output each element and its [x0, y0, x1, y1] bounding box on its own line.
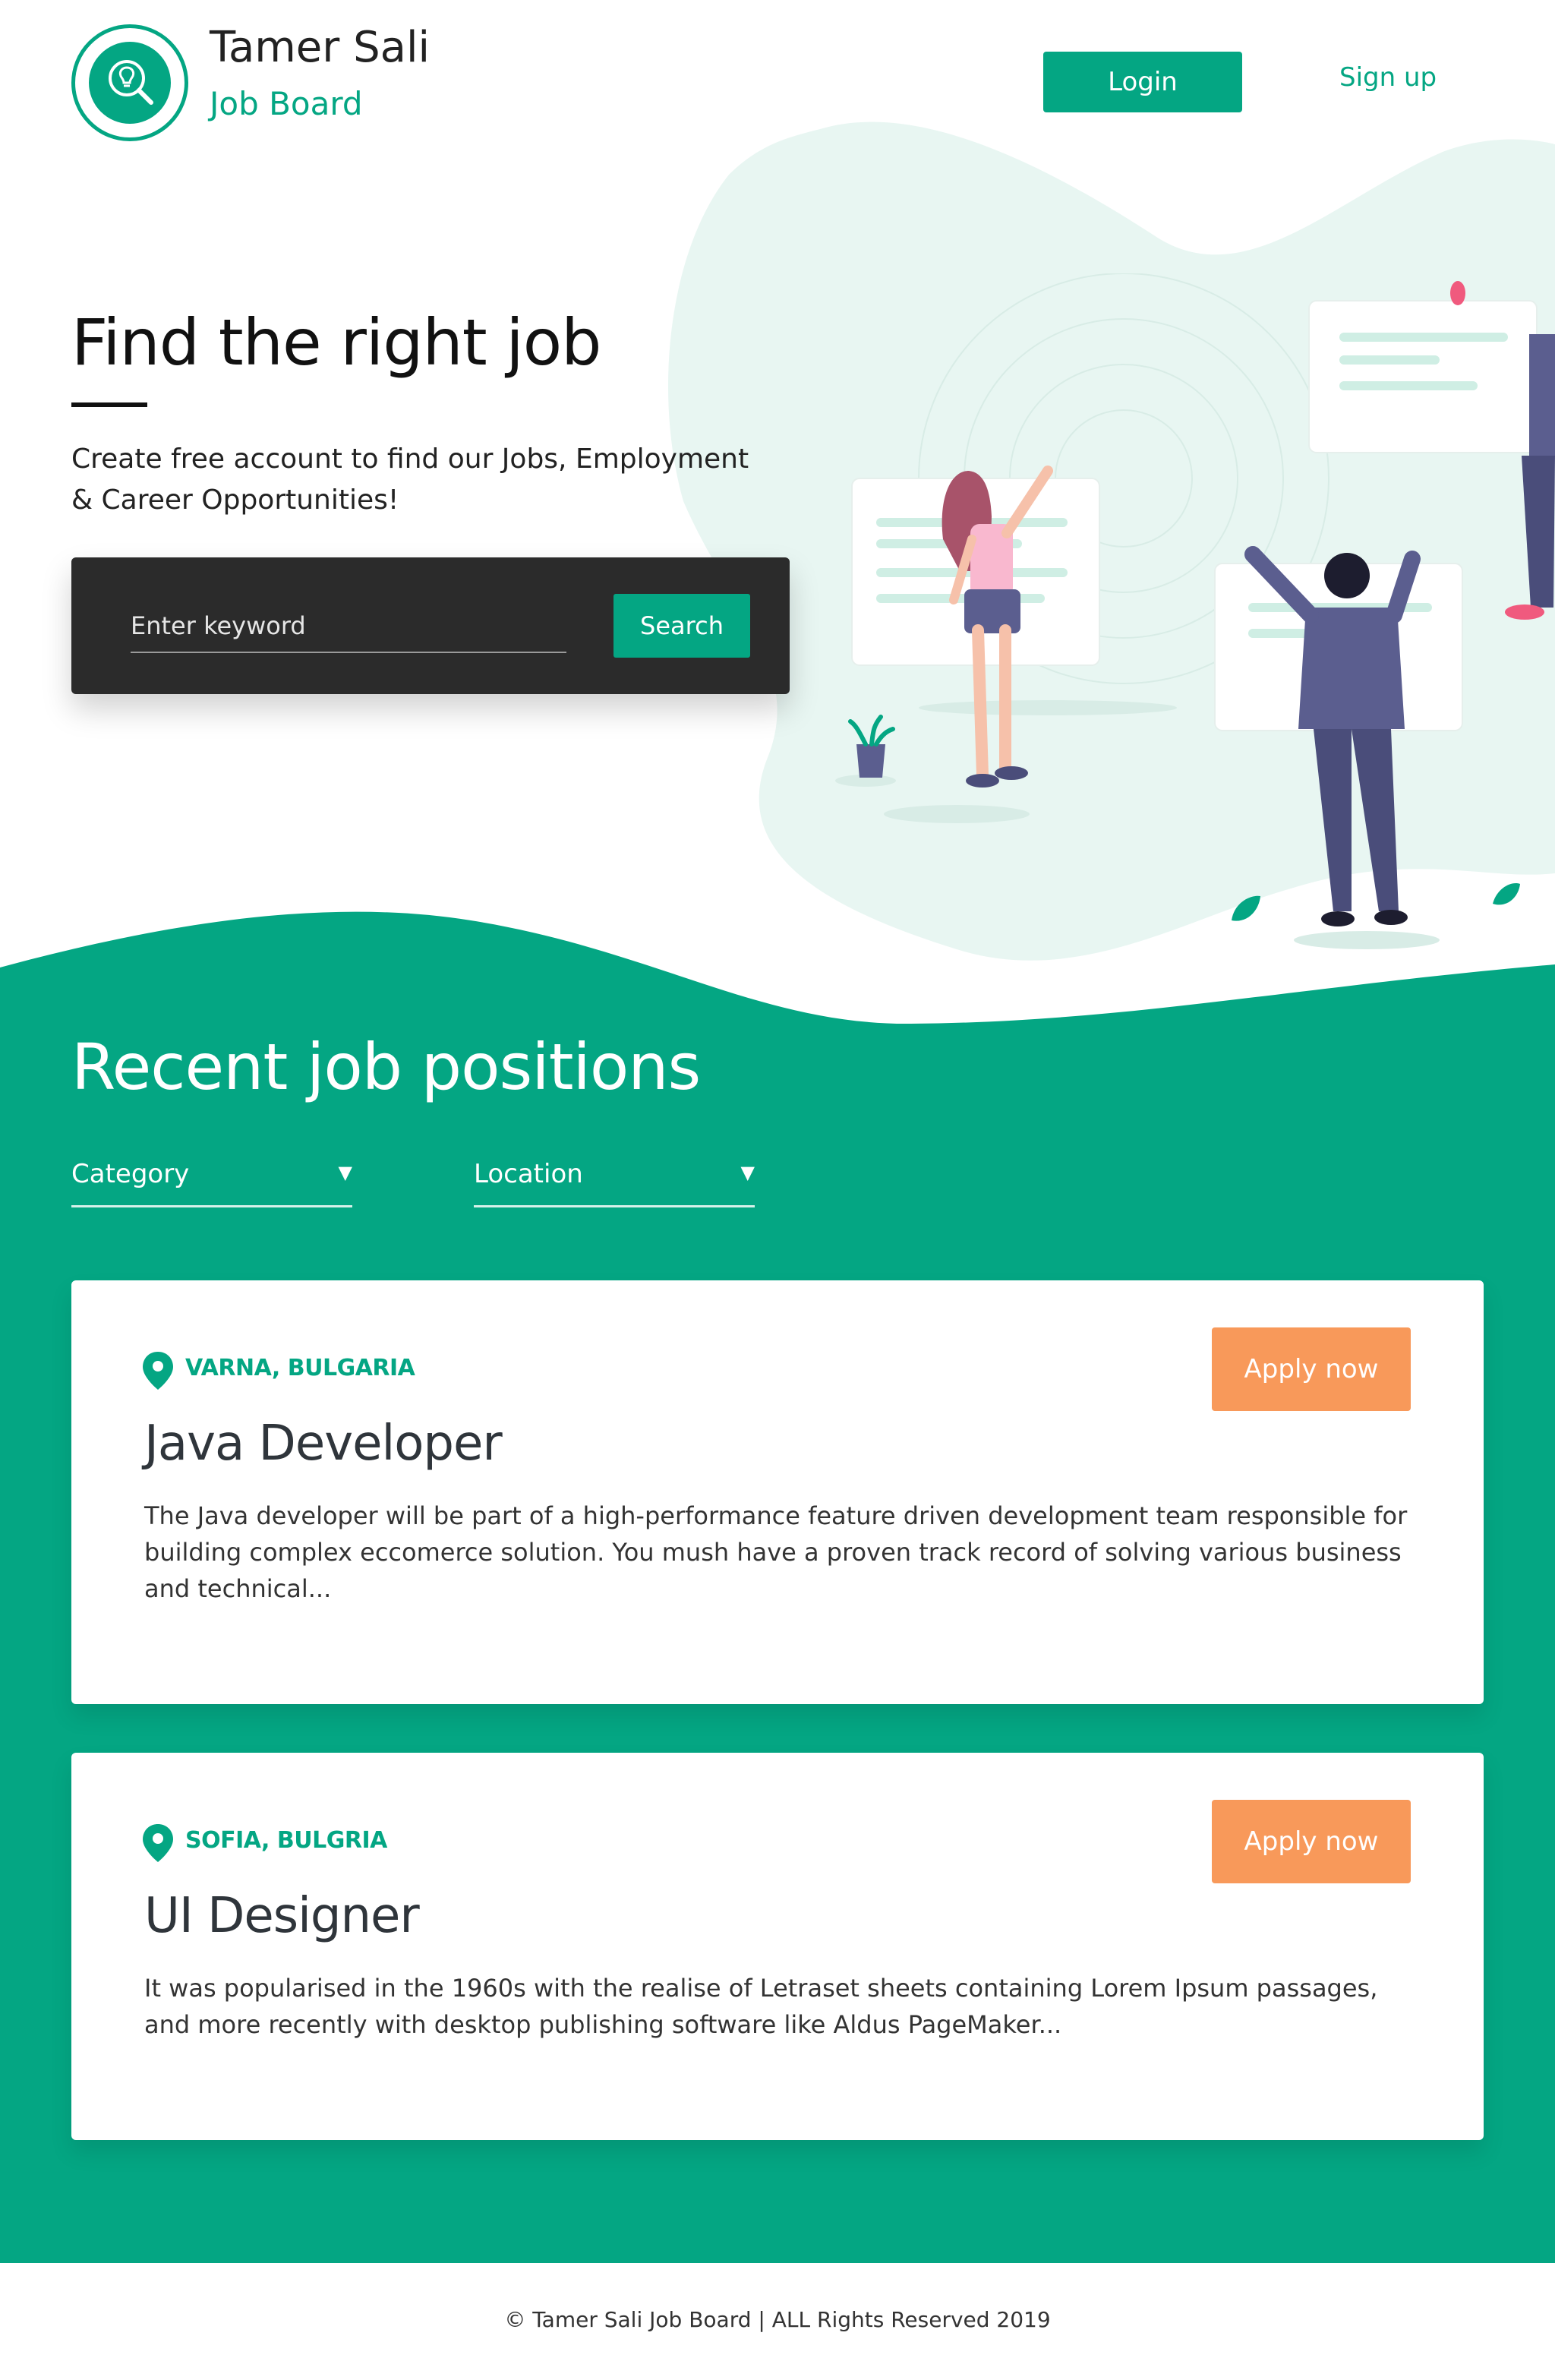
location-pin-icon: [143, 1352, 173, 1390]
job-title[interactable]: Java Developer: [144, 1416, 503, 1472]
location-pin-icon: [143, 1824, 173, 1862]
caret-down-icon: ▼: [338, 1162, 352, 1183]
job-card[interactable]: SOFIA, BULGRIA UI Designer It was popula…: [71, 1753, 1484, 2140]
people-illustration: [835, 273, 1555, 949]
search-panel: Search: [71, 557, 790, 694]
job-location: VARNA, BULGARIA: [185, 1355, 415, 1381]
search-input[interactable]: [131, 600, 566, 653]
location-dropdown[interactable]: Location ▼: [474, 1154, 755, 1207]
apply-now-button[interactable]: Apply now: [1212, 1327, 1411, 1411]
lightbulb-search-icon: [89, 42, 171, 124]
job-location: SOFIA, BULGRIA: [185, 1827, 387, 1854]
category-label: Category: [71, 1159, 190, 1189]
login-button[interactable]: Login: [1043, 52, 1242, 112]
footer: © Tamer Sali Job Board | ALL Rights Rese…: [0, 2263, 1555, 2380]
category-dropdown[interactable]: Category ▼: [71, 1154, 352, 1207]
location-label: Location: [474, 1159, 583, 1189]
search-button[interactable]: Search: [613, 594, 750, 658]
hero-section: Tamer Sali Job Board Login Sign up Find …: [0, 0, 1555, 1033]
brand-subtitle: Job Board: [210, 85, 363, 122]
job-title[interactable]: UI Designer: [144, 1888, 420, 1944]
caret-down-icon: ▼: [740, 1162, 755, 1183]
job-description: It was popularised in the 1960s with the…: [144, 1974, 1378, 2039]
hero-title: Find the right job: [71, 305, 601, 380]
footer-copyright: © Tamer Sali Job Board | ALL Rights Rese…: [504, 2307, 1051, 2332]
hero-subtitle: Create free account to find our Jobs, Em…: [71, 443, 749, 516]
job-card[interactable]: VARNA, BULGARIA Java Developer The Java …: [71, 1280, 1484, 1704]
apply-now-button[interactable]: Apply now: [1212, 1800, 1411, 1883]
signup-link[interactable]: Sign up: [1339, 62, 1437, 93]
logo[interactable]: [71, 24, 188, 141]
brand-name: Tamer Sali: [210, 23, 431, 72]
job-description: The Java developer will be part of a hig…: [144, 1501, 1408, 1603]
section-title: Recent job positions: [71, 1030, 701, 1104]
title-underline: [71, 402, 147, 407]
